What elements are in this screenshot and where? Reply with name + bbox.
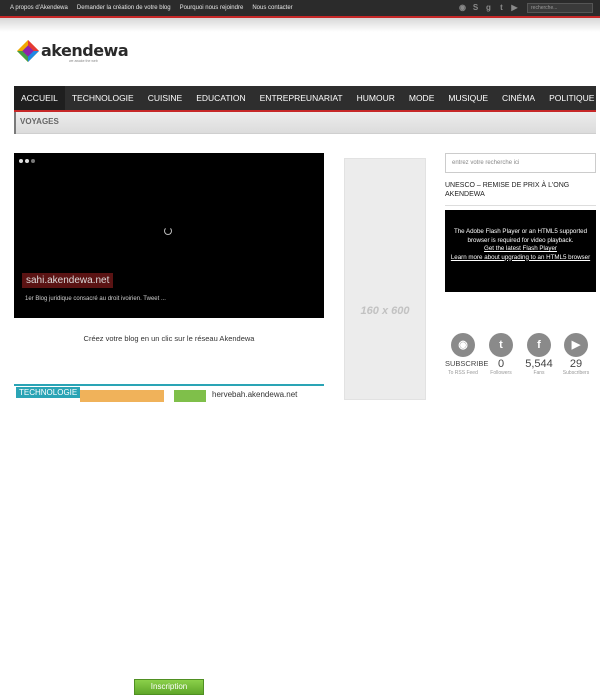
nav-item-entrepreunariat[interactable]: ENTREPREUNARIAT: [253, 86, 350, 110]
logo-mark-icon: [17, 40, 39, 62]
header-shadow: [0, 18, 600, 32]
nav-item-education[interactable]: EDUCATION: [189, 86, 252, 110]
ad-size-label: 160 x 600: [360, 305, 410, 317]
stat-twitter[interactable]: t 0 Followers: [483, 333, 519, 376]
link-request-blog[interactable]: Demander la création de votre blog: [77, 0, 171, 16]
ad-placeholder[interactable]: 160 x 600: [344, 158, 426, 400]
stat-count: 0: [497, 358, 505, 370]
nav-item-musique[interactable]: MUSIQUE: [441, 86, 495, 110]
link-why-join[interactable]: Pourquoi nous rejoindre: [180, 0, 244, 16]
nav-item-technologie[interactable]: TECHNOLOGIE: [65, 86, 141, 110]
slider-caption-text: 1er Blog juridique consacré au droit ivo…: [25, 296, 166, 302]
logo-wordmark: akendewa: [41, 41, 129, 60]
main-nav: ACCUEIL TECHNOLOGIE CUISINE EDUCATION EN…: [14, 86, 596, 112]
youtube-icon: ▶: [564, 333, 588, 357]
featured-slider[interactable]: sahi.akendewa.net 1er Blog juridique con…: [14, 153, 324, 318]
slider-caption-title[interactable]: sahi.akendewa.net: [22, 273, 114, 288]
slider-dot[interactable]: [25, 159, 29, 163]
stat-count: 29: [569, 358, 583, 370]
stat-facebook[interactable]: f 5,544 Fans: [521, 333, 557, 376]
nav-item-voyages[interactable]: VOYAGES: [20, 117, 59, 126]
stat-rss[interactable]: ◉ SUBSCRIBE To RSS Feed: [445, 333, 489, 376]
stat-count: 5,544: [525, 358, 553, 370]
sub-nav: VOYAGES: [14, 112, 596, 134]
flash-player-link[interactable]: Get the latest Flash Player: [445, 245, 596, 254]
facebook-icon: f: [527, 333, 551, 357]
twitter-icon[interactable]: t: [497, 3, 506, 12]
nav-item-politique[interactable]: POLITIQUE: [542, 86, 600, 110]
signup-button[interactable]: Inscription: [134, 679, 204, 695]
post-site-link[interactable]: hervebah.akendewa.net: [212, 390, 297, 399]
social-icons: ◉ S g t ▶: [458, 3, 519, 12]
slider-dot[interactable]: [31, 159, 35, 163]
twitter-icon: t: [489, 333, 513, 357]
site-logo[interactable]: akendewa we awake the web: [17, 40, 129, 64]
link-about[interactable]: A propos d'Akendewa: [10, 0, 68, 16]
youtube-icon[interactable]: ▶: [510, 3, 519, 12]
stat-count: SUBSCRIBE: [445, 359, 489, 368]
social-stats: ◉ SUBSCRIBE To RSS Feed t 0 Followers f …: [445, 333, 596, 393]
html5-browser-link[interactable]: Learn more about upgrading to an HTML5 b…: [445, 254, 596, 263]
top-bar: A propos d'Akendewa Demander la création…: [0, 0, 600, 16]
logo-tagline: we awake the web: [69, 59, 98, 63]
sidebar-search-input[interactable]: entrez votre recherche ici: [445, 153, 596, 173]
nav-item-mode[interactable]: MODE: [402, 86, 442, 110]
google-plus-icon[interactable]: g: [484, 3, 493, 12]
rss-icon[interactable]: ◉: [458, 3, 467, 12]
stat-label: Fans: [533, 370, 545, 376]
stat-label: Subscribers: [562, 370, 590, 376]
post-thumbnail[interactable]: [174, 390, 206, 402]
category-strip: TECHNOLOGIE hervebah.akendewa.net: [14, 384, 324, 402]
nav-item-humour[interactable]: HUMOUR: [350, 86, 402, 110]
rss-icon: ◉: [451, 333, 475, 357]
top-search-input[interactable]: recherche...: [527, 3, 593, 13]
stat-label: Followers: [490, 370, 512, 376]
stat-youtube[interactable]: ▶ 29 Subscribers: [558, 333, 594, 376]
skype-icon[interactable]: S: [471, 3, 480, 12]
video-player[interactable]: The Adobe Flash Player or an HTML5 suppo…: [445, 210, 596, 292]
video-message: The Adobe Flash Player or an HTML5 suppo…: [453, 228, 588, 244]
top-links: A propos d'Akendewa Demander la création…: [10, 0, 293, 16]
promo-text: Créez votre blog en un clic sur le résea…: [83, 334, 255, 343]
nav-item-accueil[interactable]: ACCUEIL: [14, 86, 65, 110]
stat-label: To RSS Feed: [448, 370, 478, 376]
category-tag[interactable]: TECHNOLOGIE: [16, 387, 81, 398]
widget-title: UNESCO – REMISE DE PRIX À L'ONG AKENDEWA: [445, 181, 596, 206]
nav-item-cuisine[interactable]: CUISINE: [141, 86, 189, 110]
slider-dot[interactable]: [19, 159, 23, 163]
slider-dots: [19, 159, 35, 163]
sub-nav-edge: [14, 112, 16, 134]
nav-item-cinema[interactable]: CINÉMA: [495, 86, 542, 110]
loading-spinner-icon: [164, 227, 172, 235]
link-contact[interactable]: Nous contacter: [252, 0, 292, 16]
post-thumbnail[interactable]: [80, 390, 164, 402]
